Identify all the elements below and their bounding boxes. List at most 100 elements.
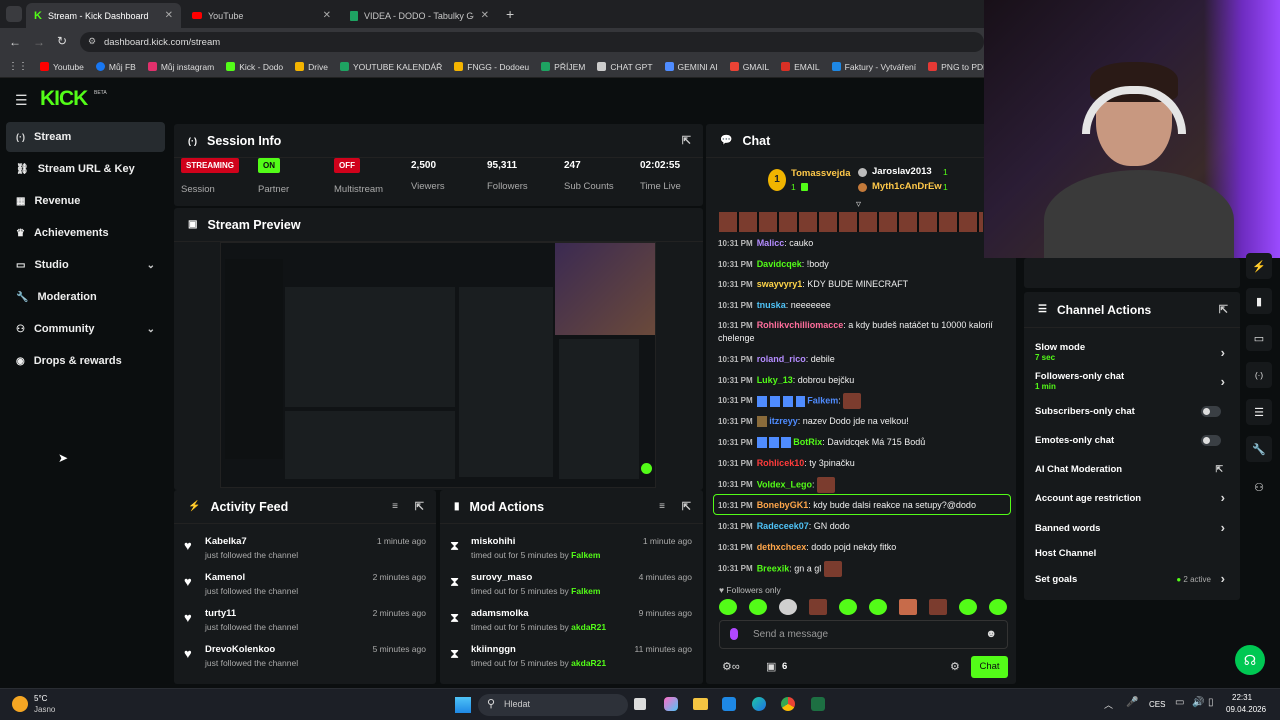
moderator-name[interactable]: Falkem	[571, 550, 600, 560]
task-view-icon[interactable]	[634, 698, 646, 710]
pop-out-icon[interactable]: ⇱	[1219, 303, 1228, 316]
pop-out-icon[interactable]: ⇱	[415, 500, 424, 513]
taskbar-search[interactable]: ⚲ Hledat	[478, 694, 628, 716]
pin-icon[interactable]: ▿	[856, 199, 861, 210]
tab-list-icon[interactable]	[6, 6, 22, 22]
emote-icon[interactable]	[989, 599, 1007, 615]
rail-moderation-button[interactable]: 🔧	[1246, 436, 1272, 462]
mod-action-user[interactable]: miskohihi	[471, 536, 515, 547]
back-icon[interactable]: ←	[9, 35, 21, 49]
sidebar-item-studio[interactable]: ▭ Studio ⌄	[6, 250, 165, 280]
rail-shield-button[interactable]: ▮	[1246, 288, 1272, 314]
activity-user[interactable]: Kabelka7	[205, 536, 247, 547]
send-chat-button[interactable]: Chat	[971, 656, 1008, 678]
bookmark[interactable]: Můj FB	[95, 62, 136, 72]
emote-icon[interactable]	[839, 599, 857, 615]
bookmark[interactable]: EMAIL	[781, 62, 820, 72]
top-gifter-name[interactable]: Tomassvejda	[791, 168, 851, 179]
emote-icon[interactable]	[929, 599, 947, 615]
message-user[interactable]: BotRix	[793, 437, 822, 447]
outlook-icon[interactable]	[722, 697, 736, 711]
mod-action-user[interactable]: surovy_maso	[471, 572, 532, 583]
message-user[interactable]: Rohlikvchilliomacce	[757, 320, 844, 330]
stream-preview-video[interactable]	[220, 242, 656, 488]
emote-icon[interactable]	[779, 599, 797, 615]
bookmark[interactable]: PNG to PDF	[928, 62, 984, 72]
bookmark[interactable]: GEMINI AI	[664, 62, 718, 72]
moderator-name[interactable]: akdaR21	[571, 622, 606, 632]
bookmark[interactable]: YOUTUBE KALENDÁŘ	[339, 62, 442, 72]
bookmark[interactable]: GMAIL	[729, 62, 769, 72]
rail-chat-button[interactable]: ▭	[1246, 325, 1272, 351]
set-goals-row[interactable]: Set goals ● 2 active ›	[1035, 571, 1225, 586]
message-user[interactable]: roland_rico	[757, 354, 806, 364]
activity-user[interactable]: turty11	[205, 608, 236, 619]
sidebar-item-community[interactable]: ⚇ Community ⌄	[6, 314, 165, 344]
subscribers-only-toggle[interactable]	[1201, 406, 1221, 417]
gifter-3-name[interactable]: Myth1cAnDrEw	[872, 181, 942, 192]
chrome-icon[interactable]	[781, 697, 795, 711]
site-info-icon[interactable]: ⚙	[88, 36, 96, 47]
emoji-icon[interactable]: ☻	[985, 628, 997, 640]
explorer-icon[interactable]	[693, 698, 708, 710]
message-user[interactable]: itzreyy	[769, 416, 798, 426]
clock-time[interactable]: 22:31	[1232, 693, 1252, 702]
account-age-row[interactable]: Account age restriction ›	[1035, 490, 1225, 505]
mod-action-user[interactable]: adamsmolka	[471, 608, 529, 619]
bookmark[interactable]: CHAT GPT	[597, 62, 653, 72]
message-user[interactable]: Malicc	[757, 238, 785, 248]
bookmark[interactable]: Youtube	[40, 62, 84, 72]
message-user[interactable]: Davidcqek	[757, 259, 802, 269]
close-icon[interactable]: ✕	[323, 10, 331, 21]
microphone-icon[interactable]	[730, 628, 738, 640]
rail-stream-button[interactable]: (·)	[1246, 362, 1272, 388]
microphone-icon[interactable]: 🎤	[1126, 697, 1138, 708]
message-user[interactable]: Breexik	[757, 563, 790, 573]
moderator-name[interactable]: Falkem	[571, 586, 600, 596]
message-user[interactable]: Radeceek07	[757, 521, 809, 531]
apps-icon[interactable]: ⋮⋮	[8, 61, 28, 72]
bookmark[interactable]: Kick - Dodo	[226, 62, 283, 72]
mod-action-user[interactable]: kkiinnggn	[471, 644, 516, 655]
rail-bolt-button[interactable]: ⚡	[1246, 253, 1272, 279]
menu-icon[interactable]: ☰	[15, 92, 28, 109]
activity-user[interactable]: Kamenol	[205, 572, 245, 583]
sidebar-item-moderation[interactable]: 🔧 Moderation	[6, 282, 165, 312]
banned-words-row[interactable]: Banned words ›	[1035, 520, 1225, 535]
copilot-icon[interactable]	[664, 697, 678, 711]
help-button[interactable]: ☊	[1235, 645, 1265, 675]
message-user[interactable]: swayvyry1	[757, 279, 803, 289]
message-user[interactable]: Luky_13	[757, 375, 793, 385]
filter-icon[interactable]: ≡	[392, 501, 398, 512]
sidebar-item-revenue[interactable]: ▦ Revenue	[6, 186, 165, 216]
reload-icon[interactable]: ↻	[57, 34, 67, 48]
gift-icon[interactable]: ▣	[766, 660, 776, 673]
pop-out-icon[interactable]: ⇱	[682, 500, 691, 513]
emote-icon[interactable]	[899, 599, 917, 615]
filter-icon[interactable]: ≡	[659, 501, 665, 512]
battery-icon[interactable]: ▯	[1208, 697, 1214, 708]
sidebar-item-drops-rewards[interactable]: ◉ Drops & rewards	[6, 346, 165, 376]
weather-icon[interactable]	[12, 696, 28, 712]
edge-icon[interactable]	[752, 697, 766, 711]
bookmark[interactable]: Můj instagram	[147, 62, 214, 72]
bookmark[interactable]: FNGG - Dodoeu	[454, 62, 529, 72]
message-user[interactable]: tnuska	[757, 300, 786, 310]
network-icon[interactable]: ▭	[1175, 697, 1184, 708]
activity-user[interactable]: DrevoKolenkoo	[205, 644, 275, 655]
tab-sheets[interactable]: VIDEA - DODO - Tabulky Googl ✕	[342, 3, 497, 28]
url-input[interactable]: ⚙ dashboard.kick.com/stream	[80, 32, 984, 52]
kick-logo[interactable]: KICK	[40, 87, 88, 111]
chat-settings-icon[interactable]: ⚙∞	[722, 660, 740, 673]
gifter-2-name[interactable]: Jaroslav2013	[872, 166, 932, 177]
host-channel-row[interactable]: Host Channel	[1035, 548, 1225, 559]
rail-actions-button[interactable]: ☰	[1246, 399, 1272, 425]
sidebar-item-stream-url-key[interactable]: ⛓ Stream URL & Key	[6, 154, 165, 184]
language-indicator[interactable]: CES	[1149, 700, 1165, 709]
emote-icon[interactable]	[719, 599, 737, 615]
emote-icon[interactable]	[809, 599, 827, 615]
emote-icon[interactable]	[959, 599, 977, 615]
excel-icon[interactable]	[811, 697, 825, 711]
message-user[interactable]: Falkem	[807, 395, 838, 405]
ai-moderation-row[interactable]: AI Chat Moderation ⇱	[1035, 464, 1225, 475]
